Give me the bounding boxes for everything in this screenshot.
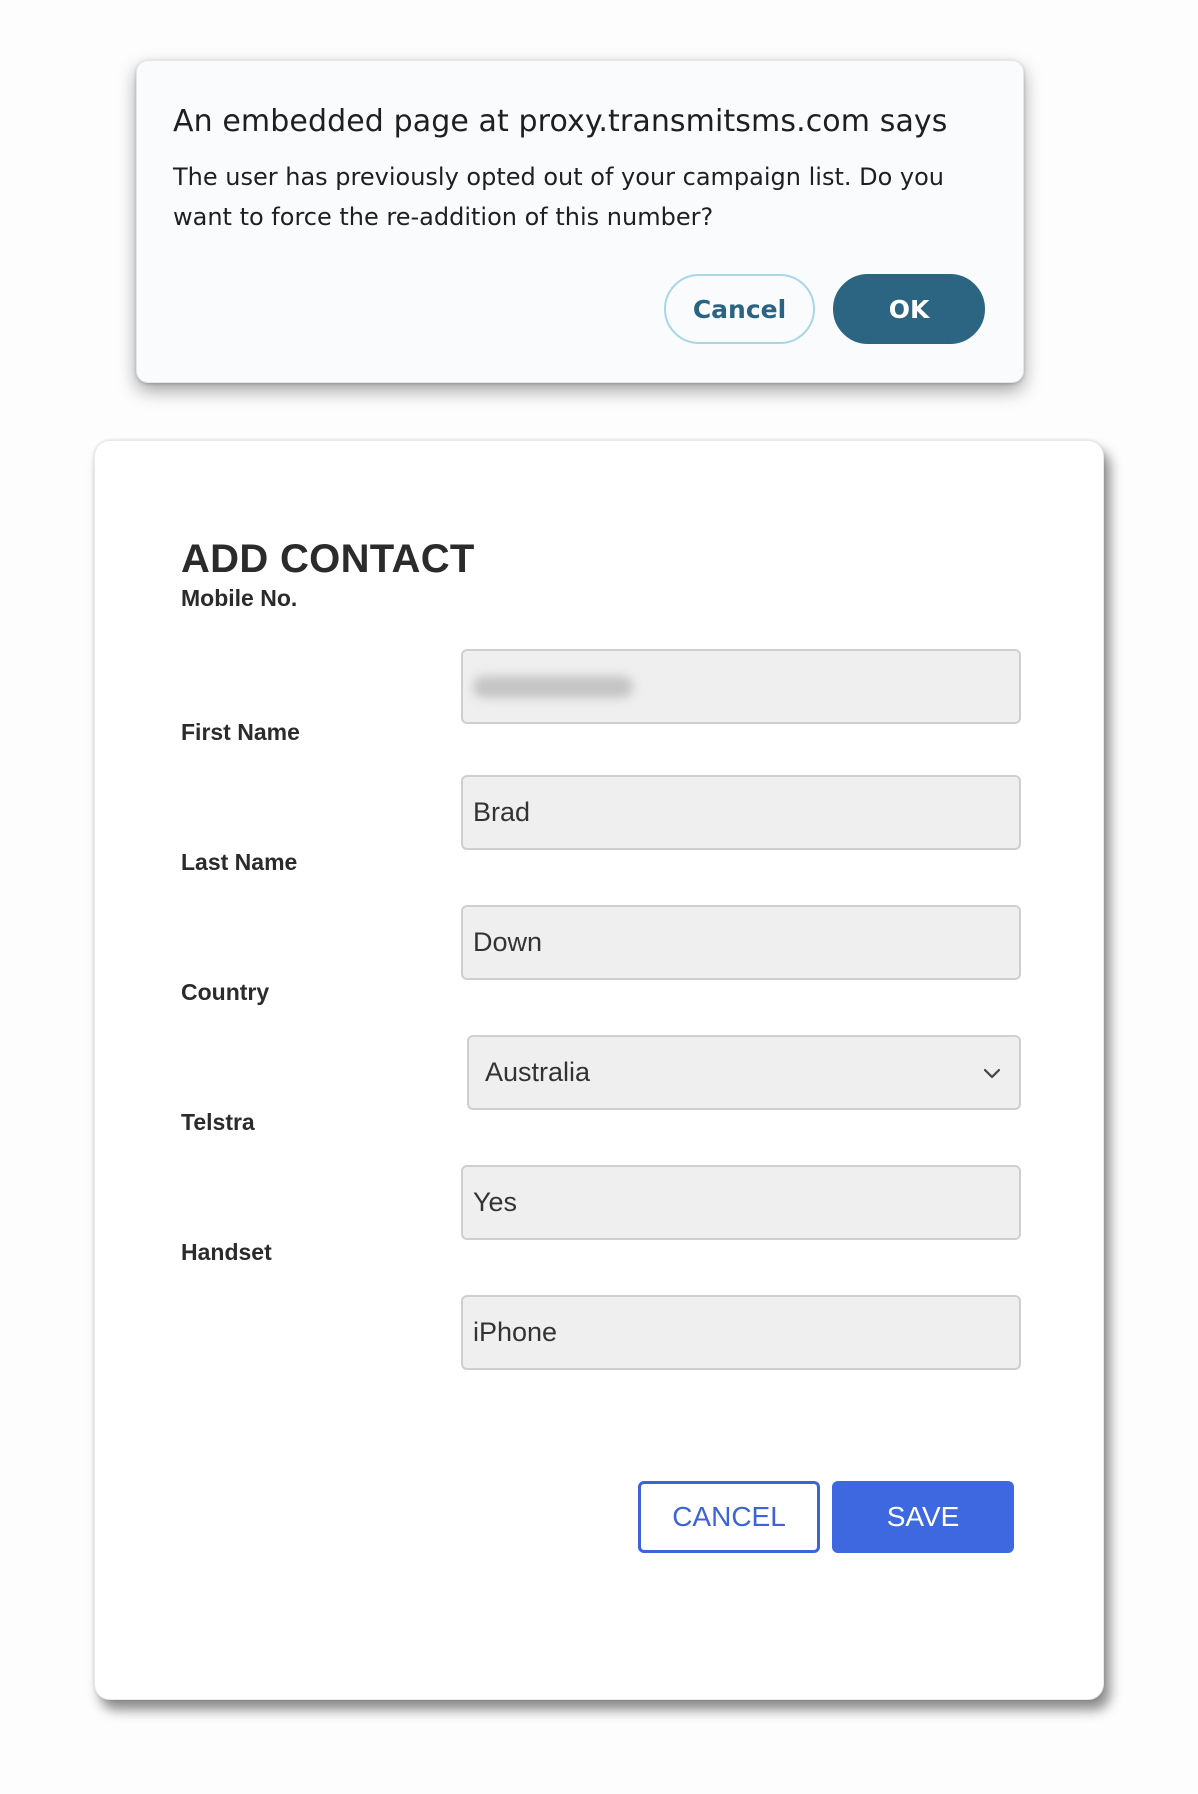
cancel-button[interactable]: CANCEL	[638, 1481, 820, 1553]
last-name-value: Down	[473, 927, 543, 957]
dialog-title: An embedded page at proxy.transmitsms.co…	[173, 104, 948, 139]
dialog-cancel-button[interactable]: Cancel	[664, 274, 815, 344]
dialog-actions: Cancel OK	[664, 274, 985, 344]
last-name-label: Last Name	[181, 849, 298, 875]
chevron-down-icon	[981, 1062, 1003, 1084]
dialog-ok-button[interactable]: OK	[833, 274, 985, 344]
first-name-field[interactable]: Brad	[461, 775, 1021, 850]
add-contact-card: ADD CONTACT Mobile No. First Name Brad L…	[94, 440, 1104, 1700]
country-label: Country	[181, 979, 270, 1005]
telstra-value: Yes	[473, 1187, 518, 1217]
first-name-label: First Name	[181, 719, 300, 745]
confirm-dialog: An embedded page at proxy.transmitsms.co…	[136, 60, 1024, 383]
redacted-value	[473, 675, 633, 698]
first-name-value: Brad	[473, 797, 531, 827]
handset-field[interactable]: iPhone	[461, 1295, 1021, 1370]
mobile-field[interactable]	[461, 649, 1021, 724]
country-value: Australia	[485, 1057, 591, 1087]
save-button[interactable]: SAVE	[832, 1481, 1014, 1553]
dialog-message: The user has previously opted out of you…	[173, 163, 945, 231]
handset-value: iPhone	[473, 1317, 558, 1347]
telstra-field[interactable]: Yes	[461, 1165, 1021, 1240]
last-name-field[interactable]: Down	[461, 905, 1021, 980]
form-title: ADD CONTACT	[181, 537, 475, 581]
handset-label: Handset	[181, 1239, 272, 1265]
telstra-label: Telstra	[181, 1109, 255, 1135]
mobile-label: Mobile No.	[181, 585, 298, 611]
country-select[interactable]: Australia	[467, 1035, 1021, 1110]
